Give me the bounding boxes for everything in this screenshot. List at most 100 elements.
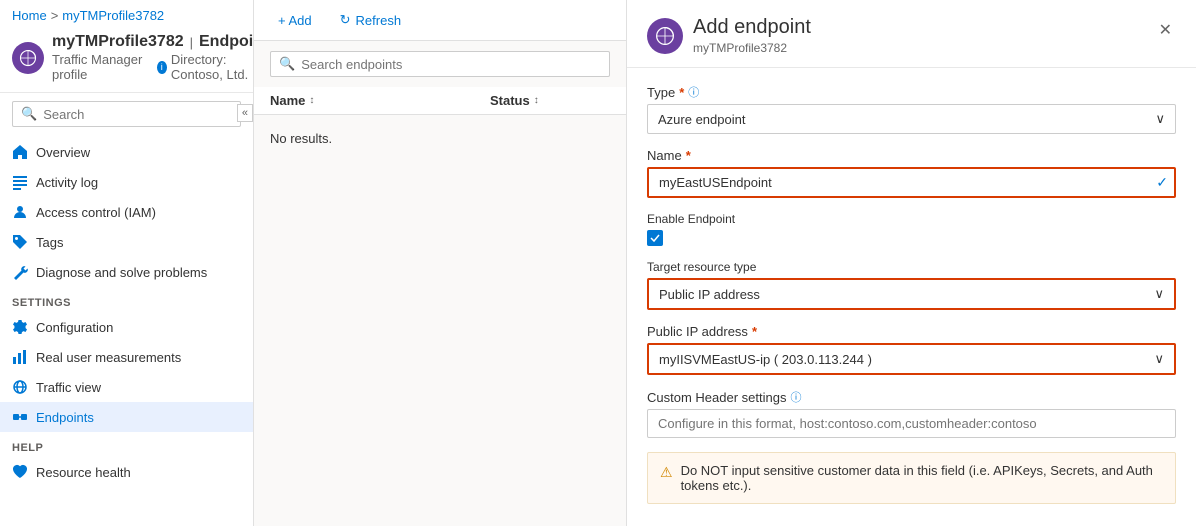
chevron-down-icon: ∨: [1155, 111, 1165, 127]
public-ip-required: *: [752, 324, 757, 339]
sidebar-item-label: Configuration: [36, 320, 113, 335]
chevron-down-icon: ∨: [1154, 351, 1164, 367]
endpoint-panel-icon: [655, 26, 675, 46]
breadcrumb-profile[interactable]: myTMProfile3782: [62, 8, 164, 23]
public-ip-label: Public IP address *: [647, 324, 1176, 339]
globe-icon: [12, 379, 28, 395]
custom-header-info-icon[interactable]: ⓘ: [790, 389, 801, 405]
type-select[interactable]: Azure endpoint ∨: [647, 104, 1176, 134]
sidebar-item-endpoints[interactable]: Endpoints: [0, 402, 253, 432]
warning-message: ⚠ Do NOT input sensitive customer data i…: [647, 452, 1176, 504]
chevron-down-icon: ∨: [1154, 286, 1164, 302]
no-results-text: No results.: [254, 115, 626, 162]
sidebar-item-overview[interactable]: Overview: [0, 137, 253, 167]
sidebar-nav: Overview Activity log Access control (IA…: [0, 133, 253, 526]
panel-title-text: Add endpoint myTMProfile3782: [693, 16, 811, 55]
sidebar-item-label: Resource health: [36, 465, 131, 480]
sidebar-item-label: Access control (IAM): [36, 205, 156, 220]
panel-icon: [647, 18, 683, 54]
sort-status-icon[interactable]: ↕: [534, 95, 539, 106]
col-status-header: Status ↕: [490, 93, 610, 108]
table-header: Name ↕ Status ↕: [254, 87, 626, 115]
endpoints-search-input[interactable]: [301, 57, 601, 72]
main-content: + Add ↻ Refresh 🔍 Name ↕ Status ↕ No res…: [254, 0, 626, 526]
custom-header-field: Custom Header settings ⓘ: [647, 389, 1176, 438]
close-panel-button[interactable]: ✕: [1155, 16, 1176, 44]
name-input[interactable]: [647, 167, 1176, 198]
add-endpoint-panel: Add endpoint myTMProfile3782 ✕ Type * ⓘ …: [626, 0, 1196, 526]
sidebar: Home > myTMProfile3782 myTMProfile3782 |…: [0, 0, 254, 526]
panel-title-area: Add endpoint myTMProfile3782: [647, 16, 811, 55]
sidebar-item-label: Tags: [36, 235, 63, 250]
type-label: Type * ⓘ: [647, 84, 1176, 100]
sidebar-item-diagnose[interactable]: Diagnose and solve problems: [0, 257, 253, 287]
sidebar-item-label: Activity log: [36, 175, 98, 190]
search-area: 🔍 «: [0, 93, 253, 133]
target-resource-type-select[interactable]: Public IP address ∨: [647, 278, 1176, 310]
warning-icon: ⚠: [660, 464, 673, 481]
sidebar-item-real-user[interactable]: Real user measurements: [0, 342, 253, 372]
sidebar-item-label: Endpoints: [36, 410, 94, 425]
sidebar-item-resource-health[interactable]: Resource health: [0, 457, 253, 487]
public-ip-select[interactable]: myIISVMEastUS-ip ( 203.0.113.244 ) ∨: [647, 343, 1176, 375]
target-resource-type-label: Target resource type: [647, 260, 1176, 274]
app-title-area: myTMProfile3782 | Endpoints Traffic Mana…: [52, 33, 254, 82]
sort-name-icon[interactable]: ↕: [309, 95, 314, 106]
refresh-button[interactable]: ↻ Refresh: [332, 8, 409, 32]
collapse-sidebar-button[interactable]: «: [237, 104, 253, 122]
app-icon: [12, 42, 44, 74]
tag-icon: [12, 234, 28, 250]
warning-text: Do NOT input sensitive customer data in …: [681, 463, 1163, 493]
name-field: Name * ✓: [647, 148, 1176, 198]
name-input-wrapper: ✓: [647, 167, 1176, 198]
tm-icon: [19, 49, 37, 67]
app-section: Endpoints: [199, 33, 254, 51]
heart-icon: [12, 464, 28, 480]
col-status-label: Status: [490, 93, 530, 108]
sidebar-item-label: Traffic view: [36, 380, 101, 395]
main-toolbar: + Add ↻ Refresh: [254, 0, 626, 41]
help-section-label: Help: [0, 432, 253, 457]
search-box: 🔍: [12, 101, 241, 127]
type-select-value: Azure endpoint: [658, 112, 745, 127]
sidebar-item-tags[interactable]: Tags: [0, 227, 253, 257]
type-info-icon[interactable]: ⓘ: [688, 84, 699, 100]
breadcrumb-home[interactable]: Home: [12, 8, 47, 23]
sidebar-item-label: Overview: [36, 145, 90, 160]
enable-checkbox-group: [647, 230, 1176, 246]
info-icon[interactable]: i: [157, 61, 167, 74]
col-name-label: Name: [270, 93, 305, 108]
search-input[interactable]: [43, 107, 232, 122]
person-icon: [12, 204, 28, 220]
gear-icon: [12, 319, 28, 335]
home-icon: [12, 144, 28, 160]
panel-body: Type * ⓘ Azure endpoint ∨ Name * ✓ Enabl…: [627, 68, 1196, 526]
sidebar-item-traffic-view[interactable]: Traffic view: [0, 372, 253, 402]
settings-section-label: Settings: [0, 287, 253, 312]
name-label: Name *: [647, 148, 1176, 163]
type-required: *: [679, 85, 684, 100]
sidebar-header: Home > myTMProfile3782 myTMProfile3782 |…: [0, 0, 253, 93]
enable-label: Enable Endpoint: [647, 212, 1176, 226]
enable-endpoint-field: Enable Endpoint: [647, 212, 1176, 246]
wrench-icon: [12, 264, 28, 280]
name-check-icon: ✓: [1156, 174, 1168, 191]
endpoint-icon: [12, 409, 28, 425]
app-subtitle: Traffic Manager profile i Directory: Con…: [52, 52, 254, 82]
custom-header-input[interactable]: [647, 409, 1176, 438]
type-field: Type * ⓘ Azure endpoint ∨: [647, 84, 1176, 134]
refresh-icon: ↻: [340, 12, 351, 28]
app-header: myTMProfile3782 | Endpoints Traffic Mana…: [12, 29, 241, 86]
add-button[interactable]: + Add: [270, 9, 320, 32]
target-resource-type-field: Target resource type Public IP address ∨: [647, 260, 1176, 310]
app-separator: |: [190, 35, 193, 50]
enable-checkbox[interactable]: [647, 230, 663, 246]
breadcrumb-separator: >: [51, 8, 59, 23]
public-ip-value: myIISVMEastUS-ip ( 203.0.113.244 ): [659, 352, 872, 367]
sidebar-item-activity-log[interactable]: Activity log: [0, 167, 253, 197]
search-icon: 🔍: [279, 56, 295, 72]
sidebar-item-configuration[interactable]: Configuration: [0, 312, 253, 342]
list-icon: [12, 174, 28, 190]
breadcrumb: Home > myTMProfile3782: [12, 8, 241, 23]
sidebar-item-access-control[interactable]: Access control (IAM): [0, 197, 253, 227]
